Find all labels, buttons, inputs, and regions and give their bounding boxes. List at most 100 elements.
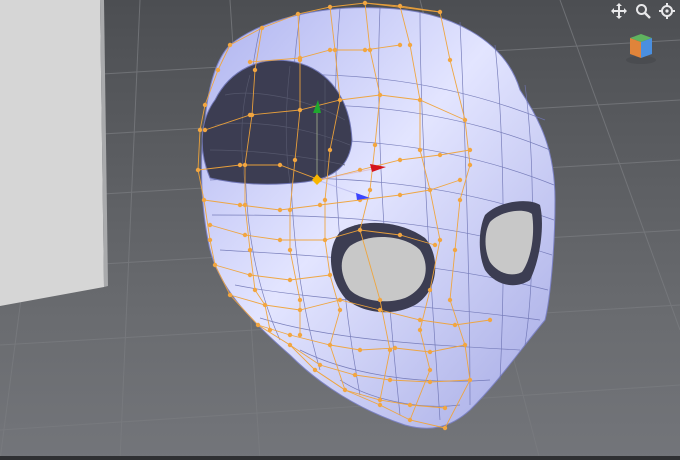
cage-vertex[interactable] xyxy=(252,67,258,73)
cage-vertex[interactable] xyxy=(367,47,373,53)
cage-vertex[interactable] xyxy=(452,247,458,253)
cage-vertex[interactable] xyxy=(287,207,293,213)
left-eye-socket[interactable] xyxy=(330,222,436,313)
cage-vertex[interactable] xyxy=(212,262,218,268)
cage-vertex[interactable] xyxy=(292,157,298,163)
cage-vertex[interactable] xyxy=(337,97,343,103)
cage-vertex[interactable] xyxy=(427,187,433,193)
cage-vertex[interactable] xyxy=(357,347,363,353)
cage-vertex[interactable] xyxy=(427,379,433,385)
cage-vertex[interactable] xyxy=(397,232,403,238)
cage-vertex[interactable] xyxy=(207,222,213,228)
cage-vertex[interactable] xyxy=(277,162,283,168)
cage-vertex[interactable] xyxy=(397,3,403,9)
cage-vertex[interactable] xyxy=(297,297,303,303)
cage-vertex[interactable] xyxy=(327,4,333,10)
view-cube[interactable] xyxy=(624,32,658,66)
cage-vertex[interactable] xyxy=(277,207,283,213)
cage-vertex[interactable] xyxy=(372,142,378,148)
cage-vertex[interactable] xyxy=(457,177,463,183)
cage-vertex[interactable] xyxy=(237,162,243,168)
3d-viewport[interactable] xyxy=(0,0,680,460)
cage-vertex[interactable] xyxy=(427,287,433,293)
cage-vertex[interactable] xyxy=(287,277,293,283)
cage-vertex[interactable] xyxy=(447,57,453,63)
cage-vertex[interactable] xyxy=(467,162,473,168)
cage-vertex[interactable] xyxy=(457,197,463,203)
cage-vertex[interactable] xyxy=(442,405,448,411)
cage-vertex[interactable] xyxy=(432,242,438,248)
cage-vertex[interactable] xyxy=(297,332,303,338)
cage-vertex[interactable] xyxy=(362,0,368,6)
cage-vertex[interactable] xyxy=(202,127,208,133)
cage-vertex[interactable] xyxy=(392,345,398,351)
cage-vertex[interactable] xyxy=(202,102,208,108)
cage-vertex[interactable] xyxy=(247,272,253,278)
cage-vertex[interactable] xyxy=(427,349,433,355)
cage-vertex[interactable] xyxy=(207,237,213,243)
cage-vertex[interactable] xyxy=(277,237,283,243)
cage-vertex[interactable] xyxy=(417,317,423,323)
cage-vertex[interactable] xyxy=(397,42,403,48)
zoom-icon[interactable] xyxy=(634,2,652,20)
cage-vertex[interactable] xyxy=(437,237,443,243)
cage-vertex[interactable] xyxy=(387,347,393,353)
cage-vertex[interactable] xyxy=(297,307,303,313)
cage-vertex[interactable] xyxy=(377,92,383,98)
cage-vertex[interactable] xyxy=(332,47,338,53)
cage-vertex[interactable] xyxy=(487,317,493,323)
cage-vertex[interactable] xyxy=(215,67,221,73)
cage-vertex[interactable] xyxy=(237,202,243,208)
cage-vertex[interactable] xyxy=(407,417,413,423)
cage-vertex[interactable] xyxy=(297,57,303,63)
cage-vertex[interactable] xyxy=(467,147,473,153)
cage-vertex[interactable] xyxy=(327,272,333,278)
orbit-icon[interactable] xyxy=(658,2,676,20)
cage-vertex[interactable] xyxy=(195,167,201,173)
cage-vertex[interactable] xyxy=(267,327,273,333)
cage-vertex[interactable] xyxy=(247,59,253,65)
cage-vertex[interactable] xyxy=(287,342,293,348)
cage-vertex[interactable] xyxy=(417,97,423,103)
cage-vertex[interactable] xyxy=(362,47,368,53)
move-icon[interactable] xyxy=(610,2,628,20)
cage-vertex[interactable] xyxy=(437,9,443,15)
cage-vertex[interactable] xyxy=(377,307,383,313)
cage-vertex[interactable] xyxy=(417,327,423,333)
cage-vertex[interactable] xyxy=(327,342,333,348)
cage-vertex[interactable] xyxy=(377,402,383,408)
cage-vertex[interactable] xyxy=(397,192,403,198)
cage-vertex[interactable] xyxy=(462,117,468,123)
cage-vertex[interactable] xyxy=(377,297,383,303)
cage-vertex[interactable] xyxy=(447,297,453,303)
cage-vertex[interactable] xyxy=(377,397,383,403)
cage-vertex[interactable] xyxy=(452,322,458,328)
cage-vertex[interactable] xyxy=(357,227,363,233)
cage-vertex[interactable] xyxy=(327,147,333,153)
cage-vertex[interactable] xyxy=(417,147,423,153)
cage-vertex[interactable] xyxy=(242,202,248,208)
cage-vertex[interactable] xyxy=(387,377,393,383)
cage-vertex[interactable] xyxy=(407,42,413,48)
cage-vertex[interactable] xyxy=(407,402,413,408)
cage-vertex[interactable] xyxy=(249,112,255,118)
cage-vertex[interactable] xyxy=(437,152,443,158)
cage-vertex[interactable] xyxy=(242,232,248,238)
cage-vertex[interactable] xyxy=(327,47,333,53)
cage-vertex[interactable] xyxy=(287,247,293,253)
cage-vertex[interactable] xyxy=(322,197,328,203)
cage-vertex[interactable] xyxy=(322,237,328,243)
cage-vertex[interactable] xyxy=(442,425,448,431)
cage-vertex[interactable] xyxy=(295,11,301,17)
cage-vertex[interactable] xyxy=(427,367,433,373)
cage-vertex[interactable] xyxy=(197,127,203,133)
cage-vertex[interactable] xyxy=(337,307,343,313)
cage-vertex[interactable] xyxy=(297,107,303,113)
cage-vertex[interactable] xyxy=(317,202,323,208)
reference-plane[interactable] xyxy=(0,0,104,306)
cage-vertex[interactable] xyxy=(462,342,468,348)
cage-vertex[interactable] xyxy=(342,387,348,393)
cage-vertex[interactable] xyxy=(287,332,293,338)
cage-vertex[interactable] xyxy=(259,25,265,31)
cage-vertex[interactable] xyxy=(262,302,268,308)
